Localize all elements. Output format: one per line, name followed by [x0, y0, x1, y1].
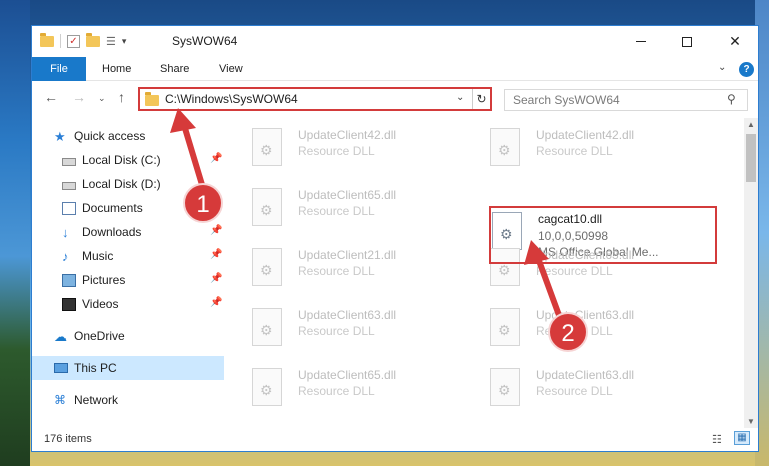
annotation-badge-1: 1: [183, 183, 223, 223]
annotation-arrow-1: [170, 108, 206, 191]
annotation-arrows: [170, 108, 563, 321]
annotation-badge-2: 2: [548, 312, 588, 352]
annotation-arrow-2: [524, 240, 563, 321]
